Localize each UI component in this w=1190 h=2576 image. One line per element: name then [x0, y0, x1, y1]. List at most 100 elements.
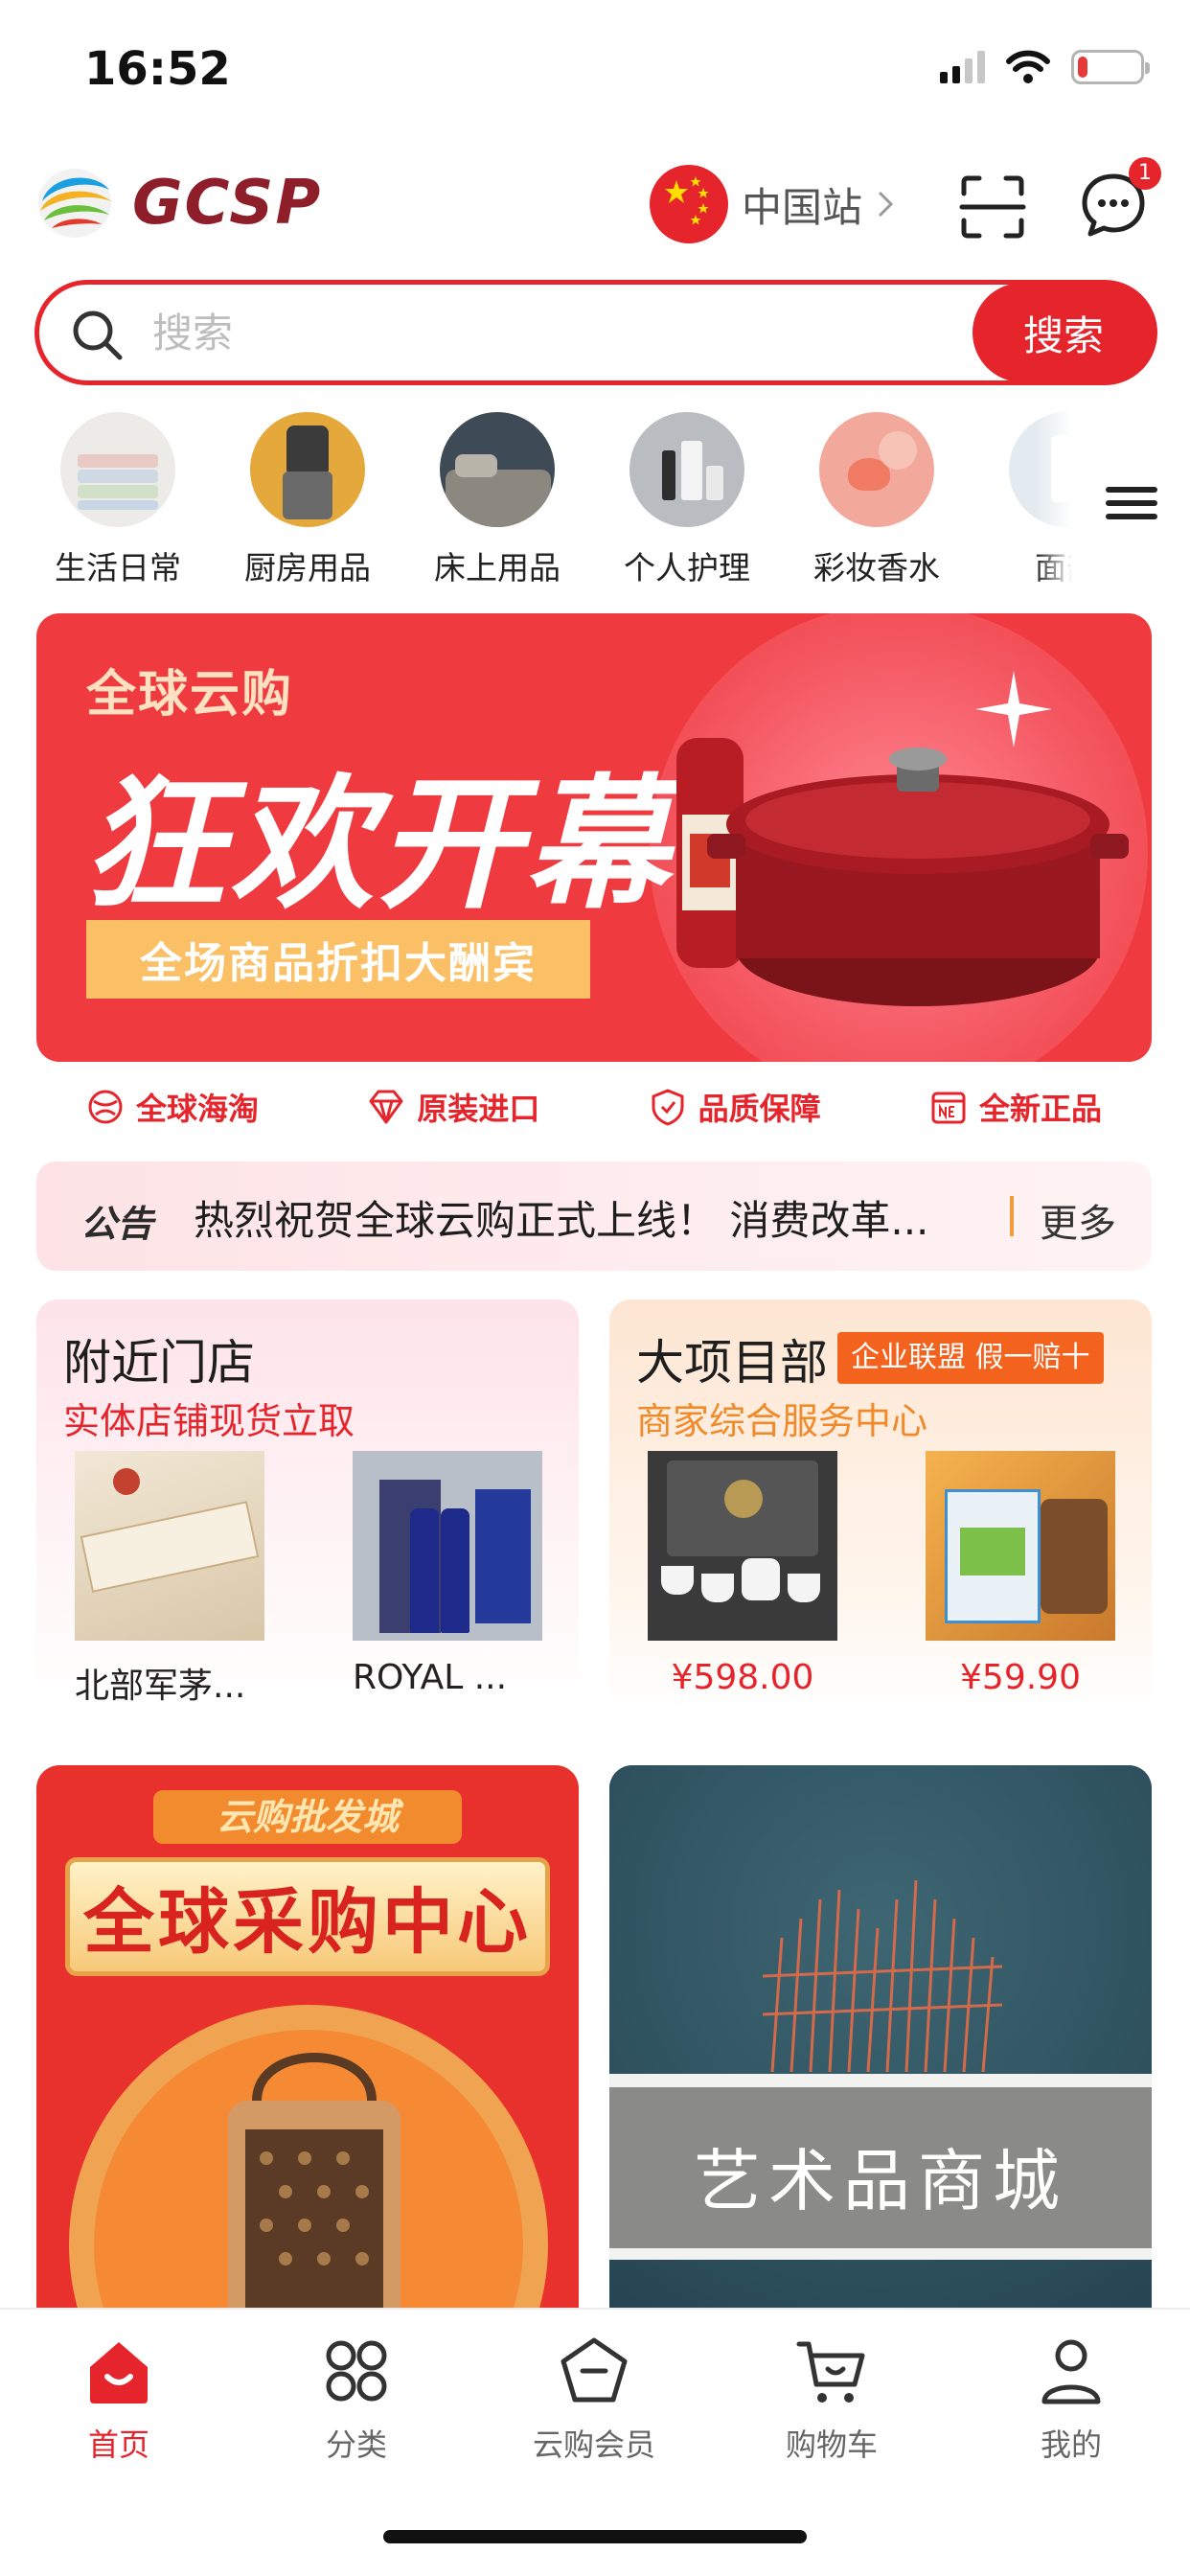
search-button[interactable]: 搜索 [973, 283, 1155, 382]
promo-title: 全球采购中心 [83, 1881, 532, 1964]
menu-icon[interactable] [1106, 487, 1157, 527]
promo-banner[interactable]: 全球云购 狂欢开幕 全场商品折扣大酬宾 [36, 613, 1152, 1062]
category-item[interactable]: 厨房用品 [236, 406, 379, 588]
category-item[interactable]: 彩妆香水 [805, 406, 949, 588]
product-image [75, 1451, 264, 1641]
product-item[interactable]: ¥598.00 [648, 1451, 837, 1697]
site-switch[interactable]: 中国站 [650, 165, 895, 243]
notice-text[interactable]: 热烈祝贺全球云购正式上线！ 消费改革... [194, 1188, 991, 1247]
wholesale-promo[interactable]: 云购批发城 全球采购中心 [36, 1765, 579, 2308]
product-image [353, 1451, 542, 1641]
home-icon [90, 2342, 148, 2404]
logo-text: GCSP [132, 168, 323, 239]
search-input[interactable] [152, 304, 976, 361]
product-item[interactable]: 北部军茅... [75, 1451, 264, 1708]
card-subtitle: 实体店铺现货立取 [63, 1400, 355, 1442]
cosmetics-image [819, 412, 934, 527]
feature-row: 全球海淘 原装进口 品质保障 全新正品 [36, 1073, 1152, 1140]
product-price: ¥598.00 [671, 1658, 814, 1697]
juicer-image [250, 412, 365, 527]
tab-home[interactable]: 首页 [42, 2333, 195, 2465]
home-indicator [383, 2530, 807, 2543]
category-label: 生活日常 [55, 549, 181, 586]
site-label: 中国站 [742, 183, 863, 231]
battery-low-icon [1071, 50, 1150, 84]
cart-icon [796, 2341, 865, 2403]
status-time: 16:52 [84, 42, 231, 96]
shield-icon [652, 1089, 684, 1126]
alliance-badge: 企业联盟 假一赔十 [837, 1332, 1104, 1384]
globe-icon [88, 1090, 123, 1124]
skincare-image [629, 412, 744, 527]
status-bar: 16:52 [0, 0, 1190, 144]
sparkle-icon [975, 671, 1052, 748]
china-flag-icon [650, 165, 728, 243]
tab-label: 购物车 [785, 2426, 878, 2463]
signal-icon [940, 51, 985, 83]
banner-title: 狂欢开幕 [82, 762, 674, 929]
notice-more-link[interactable]: 更多 [1025, 1192, 1131, 1248]
feature-genuine: 全新正品 [929, 1085, 1102, 1129]
product-label: 北部军茅... [75, 1667, 246, 1706]
tab-profile[interactable]: 我的 [995, 2333, 1148, 2465]
scan-icon [959, 175, 1026, 239]
bedding-image [440, 412, 555, 527]
sculpture-image [762, 1879, 1003, 2073]
feature-label: 全新正品 [978, 1091, 1102, 1127]
diamond-icon [369, 1090, 403, 1124]
category-row: 生活日常 厨房用品 床上用品 个人护理 彩妆香水 面部 [0, 406, 1071, 588]
scan-button[interactable] [958, 172, 1027, 242]
product-item[interactable]: ¥59.90 [926, 1451, 1115, 1697]
feature-global: 全球海淘 [86, 1085, 259, 1129]
banner-subtitle: 全球云购 [86, 666, 294, 724]
feature-label: 品质保障 [698, 1091, 821, 1127]
feature-label: 全球海淘 [136, 1091, 260, 1127]
card-title: 附近门店 [63, 1335, 255, 1391]
tab-label: 首页 [87, 2426, 149, 2463]
art-mall-promo[interactable]: 艺术品商城 [609, 1765, 1152, 2308]
chevron-right-icon [878, 191, 894, 218]
wifi-icon [1006, 50, 1050, 83]
product-item[interactable]: ROYAL ... [353, 1451, 542, 1697]
message-badge: 1 [1129, 157, 1161, 190]
category-item[interactable]: 生活日常 [46, 406, 190, 588]
category-item[interactable]: 床上用品 [425, 406, 569, 588]
product-image [926, 1451, 1115, 1641]
tab-label: 我的 [1040, 2426, 1102, 2463]
search-bar: 搜索 [34, 280, 1157, 385]
grid-icon [326, 2340, 387, 2402]
banner-tag: 全场商品折扣大酬宾 [86, 920, 590, 999]
cast-iron-pot-image [676, 738, 1129, 1006]
logo-icon [38, 169, 111, 238]
tab-categories[interactable]: 分类 [280, 2333, 433, 2465]
promo-title: 艺术品商城 [694, 2142, 1067, 2220]
card-title: 大项目部 [636, 1335, 828, 1391]
product-label: ROYAL ... [353, 1658, 508, 1697]
handbag-image [228, 2053, 400, 2308]
feature-quality: 品质保障 [649, 1085, 821, 1129]
tab-cart[interactable]: 购物车 [755, 2333, 908, 2465]
nearby-store-card[interactable]: 附近门店 实体店铺现货立取 北部军茅... ROYAL ... [36, 1300, 579, 1712]
category-label: 厨房用品 [244, 549, 371, 586]
feature-import: 原装进口 [367, 1085, 539, 1129]
card-subtitle: 商家综合服务中心 [636, 1400, 928, 1442]
category-label: 个人护理 [624, 549, 750, 586]
member-icon [561, 2337, 628, 2403]
promo-ribbon: 云购批发城 [153, 1790, 462, 1844]
category-label: 床上用品 [434, 549, 561, 586]
tab-member[interactable]: 云购会员 [517, 2333, 671, 2465]
notice-bar[interactable]: 公告 热烈祝贺全球云购正式上线！ 消费改革... 更多 [36, 1162, 1152, 1271]
category-item[interactable]: 个人护理 [615, 406, 759, 588]
tab-label: 云购会员 [532, 2426, 655, 2463]
towels-image [60, 412, 175, 527]
notice-badge: 公告 [80, 1203, 154, 1245]
app-logo[interactable]: GCSP [36, 165, 322, 242]
major-projects-card[interactable]: 大项目部 企业联盟 假一赔十 商家综合服务中心 ¥598.00 ¥59.90 [609, 1300, 1152, 1712]
message-button[interactable]: 1 [1079, 157, 1161, 240]
product-image [648, 1451, 837, 1641]
status-icons [940, 50, 1150, 84]
category-label: 彩妆香水 [813, 549, 940, 586]
app-header: GCSP 中国站 1 [0, 144, 1190, 268]
tab-label: 分类 [325, 2426, 387, 2463]
new-tag-icon [931, 1092, 966, 1124]
